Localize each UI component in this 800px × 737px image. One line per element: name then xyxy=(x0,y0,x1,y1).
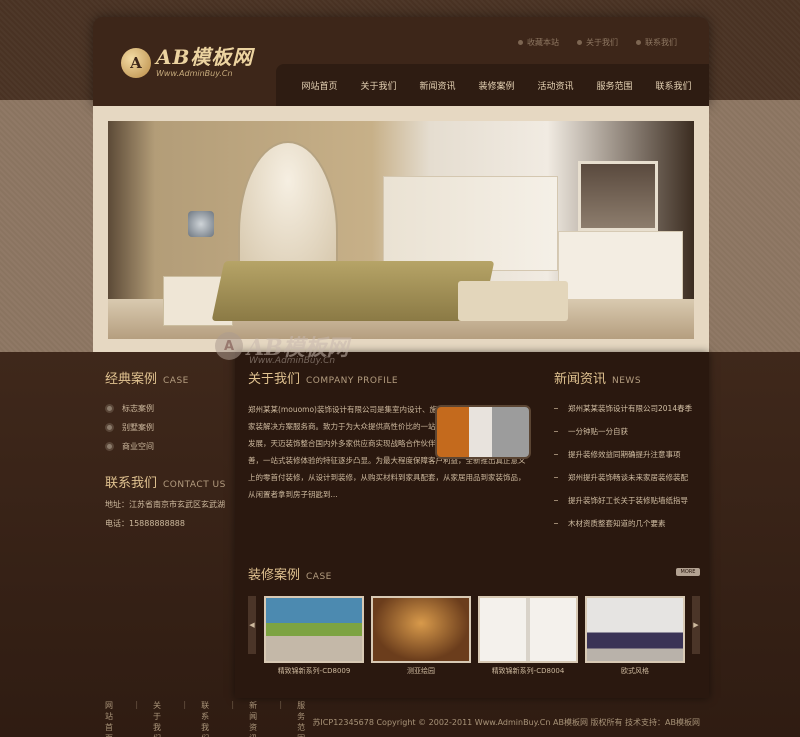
about-title[interactable]: 关于我们 COMPANY PROFILE xyxy=(248,368,528,387)
case-image[interactable] xyxy=(585,596,685,663)
case-gallery: ◀ 精致锦新系列-CD8009 测亚绘园 精致锦新系列-CD8004 欧式风格 … xyxy=(248,596,700,676)
about-section: 关于我们 COMPANY PROFILE 郑州某某(mouomo)装饰设计有限公司… xyxy=(248,368,531,503)
bullet-icon xyxy=(105,423,114,432)
news-item[interactable]: 提升装饰好工长关于装修贴墙纸指导 xyxy=(554,489,704,512)
nav-events[interactable]: 活动资讯 xyxy=(526,79,585,92)
contact-icon xyxy=(636,40,641,45)
case-caption[interactable]: 欧式风格 xyxy=(585,666,685,676)
main-nav: 网站首页 关于我们 新闻资讯 装修案例 活动资讯 服务范围 联系我们 xyxy=(276,64,709,106)
contact-phone: 电话：15888888888 xyxy=(105,519,185,528)
case-thumb[interactable]: 测亚绘园 xyxy=(371,596,471,676)
footer-link-about[interactable]: 关于我们 xyxy=(153,700,168,737)
banner-frame xyxy=(93,106,709,352)
contact-top-link[interactable]: 联系我们 xyxy=(636,37,677,48)
left-sidebar: 经典案例 CASE 标志案例 别墅案例 商业空间 联系我们 CONTACT US 地… xyxy=(105,368,230,529)
news-item[interactable]: 提升装修效益同期确提升注意事项 xyxy=(554,443,704,466)
bookmark-icon xyxy=(518,40,523,45)
nav-about[interactable]: 关于我们 xyxy=(349,79,408,92)
contact-section: 联系我们 CONTACT US 地址：江苏省南京市玄武区玄武湖 电话：158888… xyxy=(105,472,230,529)
cases-section: 装修案例 CASE MORE ◀ 精致锦新系列-CD8009 测亚绘园 精致锦新… xyxy=(248,564,700,675)
info-icon xyxy=(577,40,582,45)
case-image[interactable] xyxy=(371,596,471,663)
case-thumb[interactable]: 精致锦新系列-CD8004 xyxy=(478,596,578,676)
lamp-icon xyxy=(188,211,214,237)
nav-news[interactable]: 新闻资讯 xyxy=(408,79,467,92)
watermark-logo: A AB模板网 Www.AdminBuy.Cn xyxy=(215,330,349,366)
list-item[interactable]: 商业空间 xyxy=(105,441,230,452)
contact-title[interactable]: 联系我们 CONTACT US xyxy=(105,472,230,491)
main-content-panel: 关于我们 COMPANY PROFILE 郑州某某(mouomo)装饰设计有限公司… xyxy=(235,352,709,698)
case-image[interactable] xyxy=(478,596,578,663)
news-item[interactable]: 木材资质整套知道的几个要素 xyxy=(554,512,704,535)
about-image[interactable] xyxy=(435,405,531,459)
list-item[interactable]: 标志案例 xyxy=(105,403,230,414)
footer-link-home[interactable]: 网站首页 xyxy=(105,700,120,737)
case-image[interactable] xyxy=(264,596,364,663)
cases-title[interactable]: 装修案例 CASE xyxy=(248,564,700,583)
page-wrapper: A AB模板网 Www.AdminBuy.Cn 收藏本站 关于我们 联系我们 网… xyxy=(93,17,709,717)
case-caption[interactable]: 精致锦新系列-CD8009 xyxy=(264,666,364,676)
news-item[interactable]: 一分钟贴一分自获 xyxy=(554,420,704,443)
news-title[interactable]: 新闻资讯 NEWS xyxy=(554,368,704,387)
footer-link-services[interactable]: 服务范围 xyxy=(297,700,312,737)
bullet-icon xyxy=(105,442,114,451)
site-logo[interactable]: A AB模板网 Www.AdminBuy.Cn xyxy=(121,47,253,78)
footer-link-news[interactable]: 新闻资讯 xyxy=(249,700,264,737)
bullet-icon xyxy=(105,404,114,413)
arrow-right-icon[interactable]: ▶ xyxy=(692,596,700,654)
watermark-badge-icon: A xyxy=(215,332,243,360)
case-thumbs: 精致锦新系列-CD8009 测亚绘园 精致锦新系列-CD8004 欧式风格 xyxy=(264,596,685,676)
classic-cases-list: 标志案例 别墅案例 商业空间 xyxy=(105,403,230,452)
footer-links: 网站首页 | 关于我们 | 联系我们 | 新闻资讯 | 服务范围 xyxy=(105,700,312,737)
site-footer: 网站首页 | 关于我们 | 联系我们 | 新闻资讯 | 服务范围 苏ICP123… xyxy=(105,700,700,737)
nav-services[interactable]: 服务范围 xyxy=(585,79,644,92)
arrow-left-icon[interactable]: ◀ xyxy=(248,596,256,654)
nav-contact[interactable]: 联系我们 xyxy=(644,79,703,92)
top-links: 收藏本站 关于我们 联系我们 xyxy=(518,37,677,48)
classic-cases-title[interactable]: 经典案例 CASE xyxy=(105,368,230,387)
news-item[interactable]: 郑州某某装饰设计有限公司2014春季 xyxy=(554,397,704,420)
news-section: 新闻资讯 NEWS 郑州某某装饰设计有限公司2014春季 一分钟贴一分自获 提升装… xyxy=(554,368,704,535)
footer-link-contact[interactable]: 联系我们 xyxy=(201,700,216,737)
case-thumb[interactable]: 欧式风格 xyxy=(585,596,685,676)
nav-home[interactable]: 网站首页 xyxy=(290,79,349,92)
about-text: 郑州某某(mouomo)装饰设计有限公司是集室内设计、施工、产品配套为一体的整体… xyxy=(248,401,531,503)
site-header: A AB模板网 Www.AdminBuy.Cn 收藏本站 关于我们 联系我们 网… xyxy=(93,17,709,106)
case-caption[interactable]: 测亚绘园 xyxy=(371,666,471,676)
bookmark-link[interactable]: 收藏本站 xyxy=(518,37,559,48)
list-item[interactable]: 别墅案例 xyxy=(105,422,230,433)
logo-badge-icon: A xyxy=(121,47,151,78)
nav-cases[interactable]: 装修案例 xyxy=(467,79,526,92)
watermark-subtitle: Www.AdminBuy.Cn xyxy=(249,356,336,366)
news-item[interactable]: 郑州提升装饰畅谈未来家居装修装配 xyxy=(554,466,704,489)
logo-subtitle: Www.AdminBuy.Cn xyxy=(156,69,233,78)
about-top-link[interactable]: 关于我们 xyxy=(577,37,618,48)
contact-address: 地址：江苏省南京市玄武区玄武湖 xyxy=(105,500,225,509)
logo-title: AB模板网 xyxy=(156,45,254,69)
copyright-text: 苏ICP12345678 Copyright © 2002-2011 Www.A… xyxy=(312,717,700,727)
news-list: 郑州某某装饰设计有限公司2014春季 一分钟贴一分自获 提升装修效益同期确提升注… xyxy=(554,397,704,535)
more-button[interactable]: MORE xyxy=(676,568,700,576)
banner-image xyxy=(108,121,694,339)
case-caption[interactable]: 精致锦新系列-CD8004 xyxy=(478,666,578,676)
case-thumb[interactable]: 精致锦新系列-CD8009 xyxy=(264,596,364,676)
